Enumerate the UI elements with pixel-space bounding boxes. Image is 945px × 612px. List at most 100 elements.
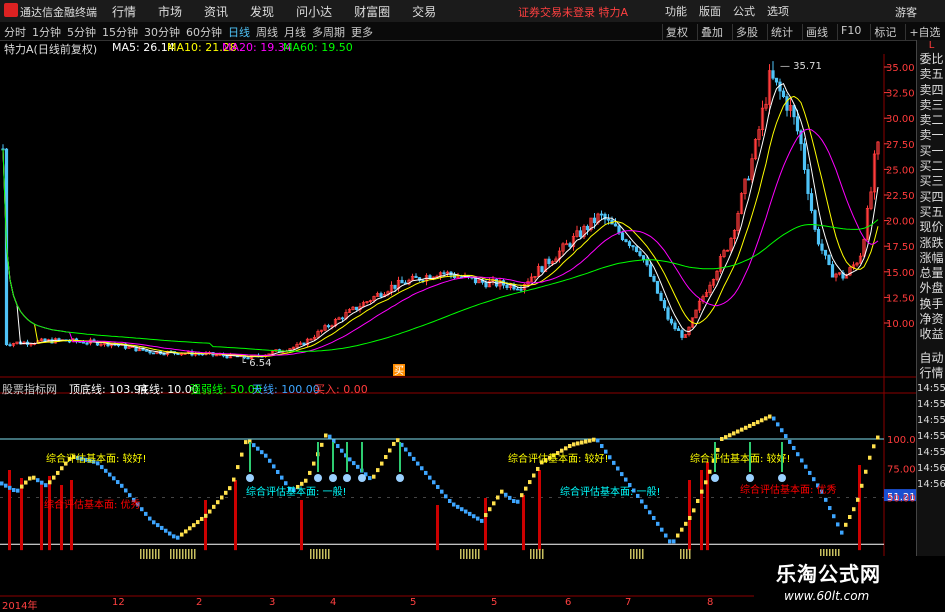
side-time-label[interactable]: 行情 <box>917 366 945 381</box>
candle-body <box>162 353 166 356</box>
moving-average-lines <box>2 83 879 358</box>
tab-timeshare[interactable]: 分时 <box>4 24 26 40</box>
menu-options[interactable]: 选项 <box>767 3 789 19</box>
volume-tick <box>542 548 544 559</box>
candle-body <box>599 213 604 216</box>
side-quote-label: 换手 <box>919 296 944 311</box>
oscillator-segment <box>668 539 672 544</box>
candle-body <box>823 249 828 256</box>
tool-mark[interactable]: 标记 <box>870 24 899 40</box>
tab-weekly[interactable]: 周线 <box>256 24 278 40</box>
side-panel-header: L <box>928 40 935 51</box>
time-label: 2 <box>196 597 203 608</box>
ma5-value: MA5: 26.14 <box>112 41 175 54</box>
tab-more[interactable]: 更多 <box>351 24 373 40</box>
oscillator-segment <box>256 446 260 451</box>
tool-draw[interactable]: 画线 <box>802 24 831 40</box>
signal-marker <box>714 442 716 472</box>
chart-annotations: — 35.71 └ 6.54 买 <box>240 61 822 377</box>
tool-overlay[interactable]: 叠加 <box>697 24 726 40</box>
volume-tick <box>158 548 160 559</box>
candlestick-series <box>1 61 880 360</box>
menu-formula[interactable]: 公式 <box>733 3 755 19</box>
oscillator-segment <box>620 472 624 477</box>
candle-body <box>151 352 156 355</box>
tab-5min[interactable]: 5分钟 <box>67 24 96 40</box>
oscillator-segment <box>724 435 728 440</box>
side-time-label[interactable]: 自动 <box>917 351 945 366</box>
time-label: 3 <box>269 597 276 608</box>
oscillator-segment <box>784 434 788 439</box>
high-price-label: — 35.71 <box>780 61 822 72</box>
side-time-label: 14:55 <box>917 399 945 411</box>
volume-tick <box>633 548 635 559</box>
time-label: 8 <box>707 597 714 608</box>
oscillator-segment <box>720 437 724 441</box>
menu-quotes[interactable]: 行情 <box>112 3 136 20</box>
tab-60min[interactable]: 60分钟 <box>186 24 222 40</box>
candle-body <box>505 284 509 288</box>
candle-body <box>792 105 796 118</box>
volume-tick <box>152 548 154 559</box>
side-quote-label: 卖四 <box>919 82 944 97</box>
tab-multi-period[interactable]: 多周期 <box>312 24 345 40</box>
login-notice[interactable]: 证券交易未登录 特力A <box>518 4 628 20</box>
candle-body <box>676 328 681 331</box>
oscillator-segment <box>832 514 836 519</box>
tab-daily[interactable]: 日线 <box>228 24 250 40</box>
candle-body <box>638 251 642 256</box>
menu-trade[interactable]: 交易 <box>412 3 436 20</box>
guest-label[interactable]: 游客 <box>895 4 917 20</box>
menu-market[interactable]: 市场 <box>158 3 182 20</box>
tab-15min[interactable]: 15分钟 <box>102 24 138 40</box>
tool-multi[interactable]: 多股 <box>732 24 761 40</box>
main-menu: 行情 市场 资讯 发现 问小达 财富圈 交易 <box>112 3 436 20</box>
menu-news[interactable]: 资讯 <box>204 3 228 20</box>
signal-bar <box>60 485 63 551</box>
volume-tick <box>319 548 321 559</box>
oscillator-segment <box>796 452 800 457</box>
evaluation-text: 综合评估基本面: 一般! <box>560 485 661 498</box>
oscillator-segment <box>744 425 748 430</box>
signal-bar <box>300 500 303 551</box>
menu-ask[interactable]: 问小达 <box>296 3 332 20</box>
buy-signal-label: 买 <box>394 365 404 377</box>
oscillator-segment <box>876 435 880 440</box>
oscillator-segment <box>696 499 700 504</box>
volume-tick <box>630 548 632 559</box>
volume-tick <box>140 548 142 559</box>
signal-marker <box>781 442 783 472</box>
candle-body <box>659 292 663 301</box>
indicator-tick-label: 50.00 <box>887 494 916 505</box>
tool-add-watchlist[interactable]: +自选 <box>905 24 943 40</box>
oscillator-segment <box>492 501 496 506</box>
chart-area[interactable]: 35.00 32.50 30.00 27.50 25.00 22.50 20.00 17.50… <box>0 54 916 598</box>
oscillator-segment <box>752 422 756 427</box>
menu-wealth[interactable]: 财富圈 <box>354 3 390 20</box>
oscillator-segment <box>304 478 308 483</box>
quote-side-panel: L 委比 卖五 卖四 卖三 卖二 卖一 买一 买二 买三 买四 买五 现价 涨跌 涨幅 总量 外盘 换手 净资 收益… <box>916 40 945 609</box>
tab-monthly[interactable]: 月线 <box>284 24 306 40</box>
volume-tick <box>143 548 145 559</box>
oscillator-segment <box>204 513 208 518</box>
signal-dot <box>314 474 322 482</box>
candle-body <box>393 284 397 289</box>
side-quote-label: 收益 <box>919 327 944 342</box>
oscillator-segment <box>788 439 792 444</box>
volume-tick <box>683 548 685 559</box>
oscillator-segment <box>824 497 828 502</box>
candle-body <box>631 245 635 248</box>
tool-stats[interactable]: 统计 <box>767 24 796 40</box>
tool-adjust[interactable]: 复权 <box>662 24 691 40</box>
menu-discover[interactable]: 发现 <box>250 3 274 20</box>
tool-f10[interactable]: F10 <box>837 24 864 40</box>
menu-layout[interactable]: 版面 <box>699 3 721 19</box>
side-quote-label: 涨跌 <box>919 235 944 250</box>
oscillator-segment <box>184 529 188 534</box>
tab-1min[interactable]: 1分钟 <box>32 24 61 40</box>
volume-tick <box>636 548 638 559</box>
menu-function[interactable]: 功能 <box>665 3 687 19</box>
tab-30min[interactable]: 30分钟 <box>144 24 180 40</box>
oscillator-segment <box>260 450 264 455</box>
indicator-name[interactable]: 股票指标网 <box>2 381 57 397</box>
